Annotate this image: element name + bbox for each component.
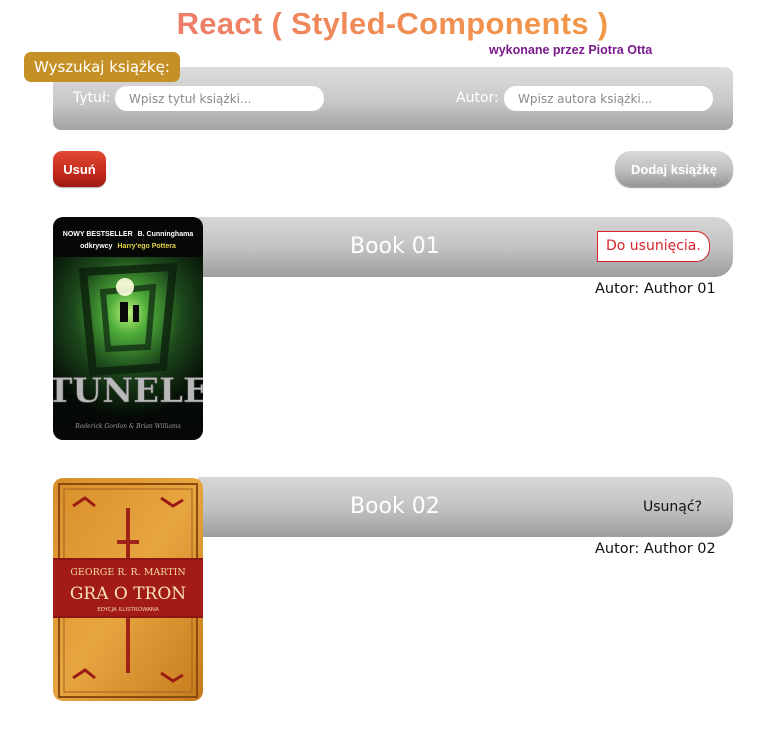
author-credit: wykonane przez Piotra Otta <box>489 43 653 57</box>
cover-subtitle: odkrywcy <box>80 243 112 250</box>
book-title: Book 02 <box>350 494 440 519</box>
remove-button[interactable]: Usuń <box>53 151 106 187</box>
cover-edition: EDYCJA ILUSTROWANA <box>97 607 159 613</box>
svg-text:NOWY BESTSELLER B. Cunni: NOWY BESTSELLER B. Cunninghama <box>63 231 194 238</box>
cover-subtitle-highlight: Harry'ego Pottera <box>117 243 176 250</box>
add-book-button[interactable]: Dodaj książkę <box>615 151 733 187</box>
book-cover-image: GEORGE R. R. MARTIN GRA O TRON EDYCJA IL… <box>53 478 203 701</box>
book-title: Book 01 <box>350 234 440 259</box>
cover-author: GEORGE R. R. MARTIN <box>70 567 185 578</box>
title-search-input[interactable] <box>115 86 324 111</box>
cover-authors: Roderick Gordon & Brian Williams <box>74 423 181 430</box>
author-field-label: Autor: <box>456 90 499 106</box>
book-card-1[interactable]: Book 01 Do usunięcia. <box>198 217 733 277</box>
book-card-2[interactable]: Book 02 Usunąć? <box>198 477 733 537</box>
author-search-input[interactable] <box>504 86 713 111</box>
cover-top-author: B. Cunninghama <box>138 231 194 238</box>
cover-title: TUNELE <box>53 371 203 411</box>
book-cover-image: NOWY BESTSELLER B. Cunninghama odkrywcy … <box>53 217 203 440</box>
marked-for-removal-badge[interactable]: Do usunięcia. <box>597 231 710 262</box>
page-title: React ( Styled-Components ) <box>0 6 775 42</box>
book-author: Autor: Author 01 <box>595 281 716 297</box>
search-badge: Wyszukaj książkę: <box>24 52 180 82</box>
book-author: Autor: Author 02 <box>595 541 716 557</box>
remove-question-label[interactable]: Usunąć? <box>643 499 702 515</box>
cover-title: GRA O TRON <box>70 584 186 604</box>
svg-text:odkrywcy Harry'ego Potte: odkrywcy Harry'ego Pottera <box>80 243 176 250</box>
cover-top-line: NOWY BESTSELLER <box>63 231 133 238</box>
title-field-label: Tytuł: <box>73 90 111 106</box>
